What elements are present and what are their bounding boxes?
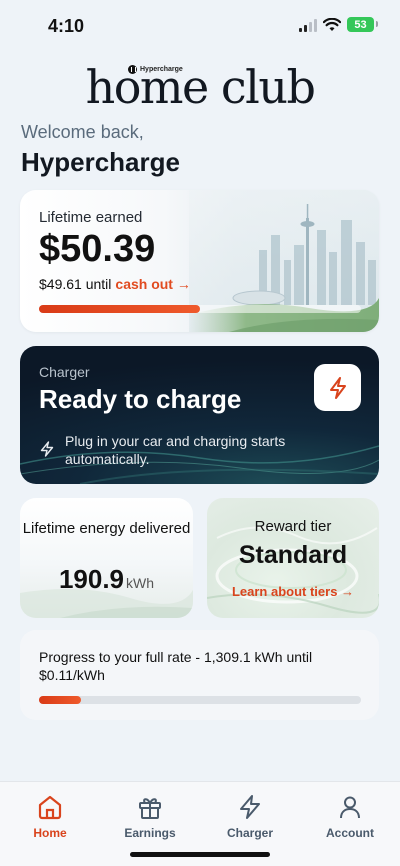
home-icon [38,795,62,820]
reward-tier-value: Standard [238,541,348,569]
full-rate-progress-card: Progress to your full rate - 1,309.1 kWh… [20,630,379,720]
cash-out-remaining: $49.61 until [39,276,112,292]
charge-button[interactable] [314,364,361,411]
tab-earnings[interactable]: Earnings [105,794,195,840]
charger-label: Charger [39,364,90,380]
user-icon [340,796,360,819]
learn-about-tiers-link[interactable]: Learn about tiers → [207,584,379,599]
reward-tier-card[interactable]: Reward tier Standard Learn about tiers → [207,498,379,618]
brand-badge: Hypercharge [128,65,183,74]
welcome-label: Welcome back, [21,122,144,142]
status-time: 4:10 [48,16,85,36]
lifetime-earned-card[interactable]: Lifetime earned $50.39 $49.61 until cash … [20,190,379,332]
charger-info-text: Plug in your car and charging starts aut… [65,433,286,467]
lightning-icon [329,376,346,399]
tab-account[interactable]: Account [305,794,395,840]
tab-account-label: Account [326,826,374,840]
brand-mark-icon [128,65,137,74]
lifetime-energy-value: 190.9 kWh [20,564,193,595]
user-name: Hypercharge [21,147,180,177]
home-club-logo: Hypercharge home club [0,60,400,114]
gift-icon [139,798,161,819]
lifetime-energy-label: Lifetime energy delivered [22,520,191,537]
home-indicator [130,852,270,857]
lifetime-earned-label: Lifetime earned [39,209,143,226]
charger-status-title: Ready to charge [39,384,242,414]
tab-home-label: Home [33,826,67,840]
energy-number: 190.9 [58,564,125,594]
cash-out-progress-fill [39,305,200,313]
landscape-decoration [20,589,193,618]
signal-icon [299,18,317,32]
cash-out-progress-track [39,305,361,313]
reward-tier-label: Reward tier [254,518,332,535]
full-rate-progress-track [39,696,361,704]
status-icons: 53 [299,17,378,32]
status-bar: 4:10 53 [0,0,400,52]
wifi-icon [323,17,341,31]
battery-icon: 53 [347,17,378,32]
cash-out-status: $49.61 until cash out → [39,276,191,292]
lifetime-energy-card[interactable]: Lifetime energy delivered 190.9 kWh [20,498,193,618]
full-rate-progress-fill [39,696,81,704]
tab-charger-label: Charger [226,826,273,840]
lightning-icon [240,795,260,819]
tab-home[interactable]: Home [5,794,95,840]
tab-earnings-label: Earnings [124,826,176,840]
charger-status-card[interactable]: Charger Ready to charge Plug in your car… [20,346,379,484]
brand-name: Hypercharge [140,66,183,73]
full-rate-progress-text: Progress to your full rate - 1,309.1 kWh… [39,649,313,683]
charger-info: Plug in your car and charging starts aut… [39,432,340,468]
logo-title: home club [85,60,316,114]
lightning-icon [40,441,54,457]
cash-out-link[interactable]: cash out → [115,276,190,292]
lifetime-earned-amount: $50.39 [39,228,156,270]
tab-charger[interactable]: Charger [205,794,295,840]
welcome-section: Welcome back, Hypercharge [21,122,180,178]
energy-unit: kWh [126,575,155,591]
